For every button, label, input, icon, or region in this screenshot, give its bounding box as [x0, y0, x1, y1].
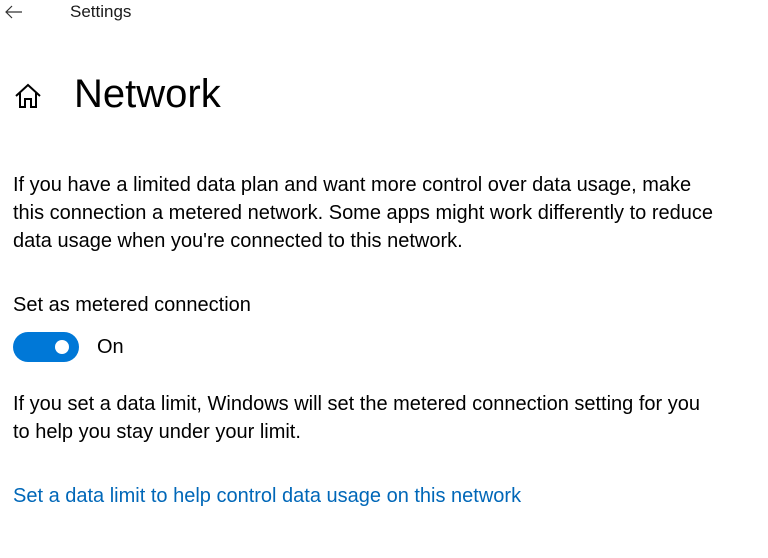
metered-toggle-row: On — [13, 332, 124, 362]
toggle-state-text: On — [97, 336, 124, 358]
settings-page: Settings Network If you have a limited d… — [0, 0, 768, 558]
set-data-limit-link[interactable]: Set a data limit to help control data us… — [13, 482, 521, 510]
window-title: Settings — [70, 2, 132, 21]
data-limit-description: If you set a data limit, Windows will se… — [13, 393, 700, 443]
back-arrow-icon — [5, 5, 22, 19]
page-title: Network — [74, 72, 221, 116]
toggle-knob — [55, 340, 69, 354]
metered-connection-toggle[interactable] — [13, 332, 79, 362]
home-icon — [15, 83, 41, 108]
title-bar: Settings — [0, 0, 768, 26]
metered-toggle-label: Set as metered connection — [13, 294, 251, 316]
back-button[interactable] — [0, 0, 28, 24]
home-button[interactable] — [12, 80, 44, 112]
metered-description: If you have a limited data plan and want… — [13, 174, 713, 252]
